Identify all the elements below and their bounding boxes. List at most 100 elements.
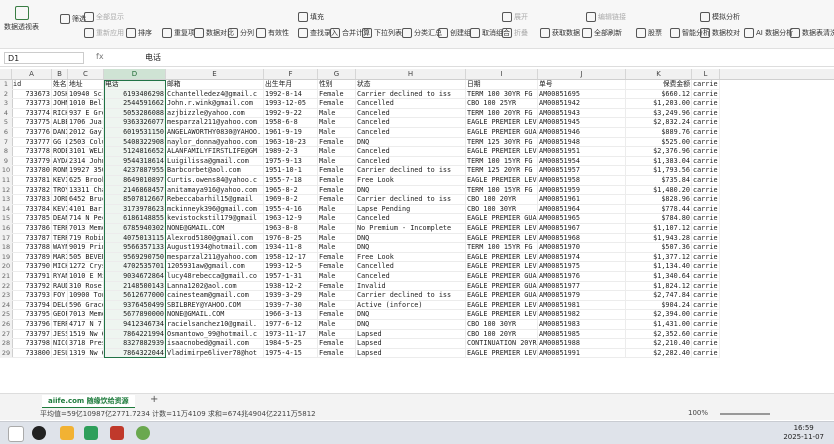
- table-cell[interactable]: DNQ: [356, 320, 466, 330]
- table-cell[interactable]: $2,832.24: [626, 118, 692, 128]
- table-cell[interactable]: DNQ: [356, 233, 466, 244]
- table-cell[interactable]: Male: [318, 147, 356, 157]
- table-cell[interactable]: 733789: [12, 252, 52, 263]
- table-cell[interactable]: DNQ: [356, 243, 466, 253]
- table-cell[interactable]: RONNIE LYN: [52, 166, 68, 176]
- table-cell[interactable]: 1963-12-9: [264, 214, 318, 224]
- table-cell[interactable]: 733795: [12, 310, 52, 320]
- ribbon-refresh-button[interactable]: 全部刷新: [582, 28, 622, 38]
- table-cell[interactable]: 1939-7-30: [264, 300, 318, 311]
- table-cell[interactable]: 2544591662: [104, 99, 166, 109]
- ribbon-get-button[interactable]: 获取数据: [540, 28, 580, 38]
- table-cell[interactable]: 9034672864: [104, 272, 166, 282]
- table-cell[interactable]: AM00851695: [538, 89, 626, 100]
- table-cell[interactable]: 733797: [12, 329, 52, 340]
- table-cell[interactable]: 1958-6-8: [264, 118, 318, 128]
- table-cell[interactable]: 1934-11-8: [264, 243, 318, 253]
- table-cell[interactable]: 733784: [12, 204, 52, 215]
- table-cell[interactable]: Carrier declined to iss: [356, 291, 466, 301]
- table-cell[interactable]: AM00851991: [538, 348, 626, 359]
- table-cell[interactable]: 1010 Bell: [68, 99, 104, 109]
- table-cell[interactable]: AM00851967: [538, 224, 626, 234]
- table-cell[interactable]: $889.76: [626, 128, 692, 138]
- table-cell[interactable]: 733788: [12, 243, 52, 253]
- table-cell[interactable]: Male: [318, 320, 356, 330]
- header-cell[interactable]: 邮箱: [166, 80, 264, 90]
- table-cell[interactable]: 4237887955: [104, 166, 166, 176]
- app-icon[interactable]: [84, 426, 98, 440]
- table-cell[interactable]: 733781: [12, 176, 52, 186]
- table-cell[interactable]: CBO 100 25YR: [466, 99, 538, 109]
- table-cell[interactable]: RODERICK J: [52, 147, 68, 157]
- ribbon-sort-button[interactable]: 排序: [126, 28, 152, 38]
- header-cell[interactable]: carrie: [692, 80, 720, 90]
- table-cell[interactable]: EAGLE PREMIER GUARA: [466, 281, 538, 292]
- table-cell[interactable]: Female: [318, 310, 356, 320]
- table-cell[interactable]: 733790: [12, 262, 52, 272]
- table-cell[interactable]: carrie: [692, 348, 720, 359]
- table-cell[interactable]: $778.44: [626, 204, 692, 215]
- table-cell[interactable]: 2503 Colu: [68, 137, 104, 148]
- table-cell[interactable]: CBO 100 30YR: [466, 320, 538, 330]
- column-header-B[interactable]: B: [52, 69, 68, 79]
- table-cell[interactable]: AM00851943: [538, 108, 626, 119]
- table-cell[interactable]: $2,352.60: [626, 329, 692, 340]
- table-cell[interactable]: SBILBREY@YAHOO.COM: [166, 300, 264, 311]
- table-cell[interactable]: 1319 Nw 6: [68, 348, 104, 359]
- table-cell[interactable]: 1272 Cryst: [68, 262, 104, 272]
- table-cell[interactable]: ALANFAMILYFIRSTLIFE@GM: [166, 147, 264, 157]
- table-cell[interactable]: NICOLAS GU: [52, 339, 68, 349]
- table-cell[interactable]: 733798: [12, 339, 52, 349]
- table-cell[interactable]: 5677890000: [104, 310, 166, 320]
- table-cell[interactable]: 1519 Nw 6: [68, 329, 104, 340]
- table-cell[interactable]: $828.96: [626, 195, 692, 205]
- table-cell[interactable]: AM00851988: [538, 339, 626, 349]
- table-cell[interactable]: naylor_donna@yahoo.com: [166, 137, 264, 148]
- table-cell[interactable]: 733800: [12, 348, 52, 359]
- table-cell[interactable]: 1961-9-19: [264, 128, 318, 138]
- table-cell[interactable]: 6186148855: [104, 214, 166, 224]
- zoom-level[interactable]: 100%: [688, 409, 708, 417]
- table-cell[interactable]: isaacnobed@gmail.com: [166, 339, 264, 349]
- table-cell[interactable]: carrie: [692, 272, 720, 282]
- table-cell[interactable]: 4075013115: [104, 233, 166, 244]
- table-cell[interactable]: carrie: [692, 108, 720, 119]
- table-cell[interactable]: Female: [318, 195, 356, 205]
- table-cell[interactable]: 1975-9-13: [264, 156, 318, 167]
- table-cell[interactable]: NONE@GMAIL.COM: [166, 310, 264, 320]
- table-cell[interactable]: EAGLE PREMIER LEVEL: [466, 252, 538, 263]
- table-cell[interactable]: 733778: [12, 147, 52, 157]
- table-cell[interactable]: 9363326077: [104, 118, 166, 128]
- table-cell[interactable]: 733794: [12, 300, 52, 311]
- table-cell[interactable]: 10900 Tow: [68, 291, 104, 301]
- table-cell[interactable]: EAGLE PREMIER GUARA: [466, 291, 538, 301]
- ribbon-check-button[interactable]: 数据校对: [700, 28, 740, 38]
- table-cell[interactable]: 733786: [12, 224, 52, 234]
- table-cell[interactable]: Male: [318, 291, 356, 301]
- table-cell[interactable]: carrie: [692, 214, 720, 224]
- table-cell[interactable]: Canceled: [356, 108, 466, 119]
- table-cell[interactable]: ALBERTO F: [52, 118, 68, 128]
- table-cell[interactable]: Canceled: [356, 128, 466, 138]
- table-cell[interactable]: $735.84: [626, 176, 692, 186]
- ribbon-clean-button[interactable]: 数据表清洗: [790, 28, 834, 38]
- table-cell[interactable]: Female: [318, 185, 356, 196]
- column-header-E[interactable]: E: [166, 69, 264, 79]
- table-cell[interactable]: Free Look: [356, 252, 466, 263]
- table-cell[interactable]: 310 Rose: [68, 281, 104, 292]
- ribbon-collapse-button[interactable]: 折叠: [502, 28, 528, 38]
- table-cell[interactable]: 733779: [12, 156, 52, 167]
- table-cell[interactable]: AM00851982: [538, 310, 626, 320]
- table-cell[interactable]: Lapsed: [356, 348, 466, 359]
- table-cell[interactable]: TERM 100 15YR FG: [466, 156, 538, 167]
- name-box[interactable]: D1: [4, 52, 84, 64]
- table-cell[interactable]: Male: [318, 118, 356, 128]
- table-cell[interactable]: $1,431.00: [626, 320, 692, 330]
- formula-input[interactable]: 电话: [145, 52, 161, 63]
- table-cell[interactable]: Male: [318, 204, 356, 215]
- column-header-D[interactable]: D: [104, 69, 166, 79]
- table-cell[interactable]: RYAN OUELL: [52, 272, 68, 282]
- table-cell[interactable]: 7013 Memor: [68, 310, 104, 320]
- table-cell[interactable]: $2,210.40: [626, 339, 692, 349]
- table-cell[interactable]: 3718 Prest: [68, 339, 104, 349]
